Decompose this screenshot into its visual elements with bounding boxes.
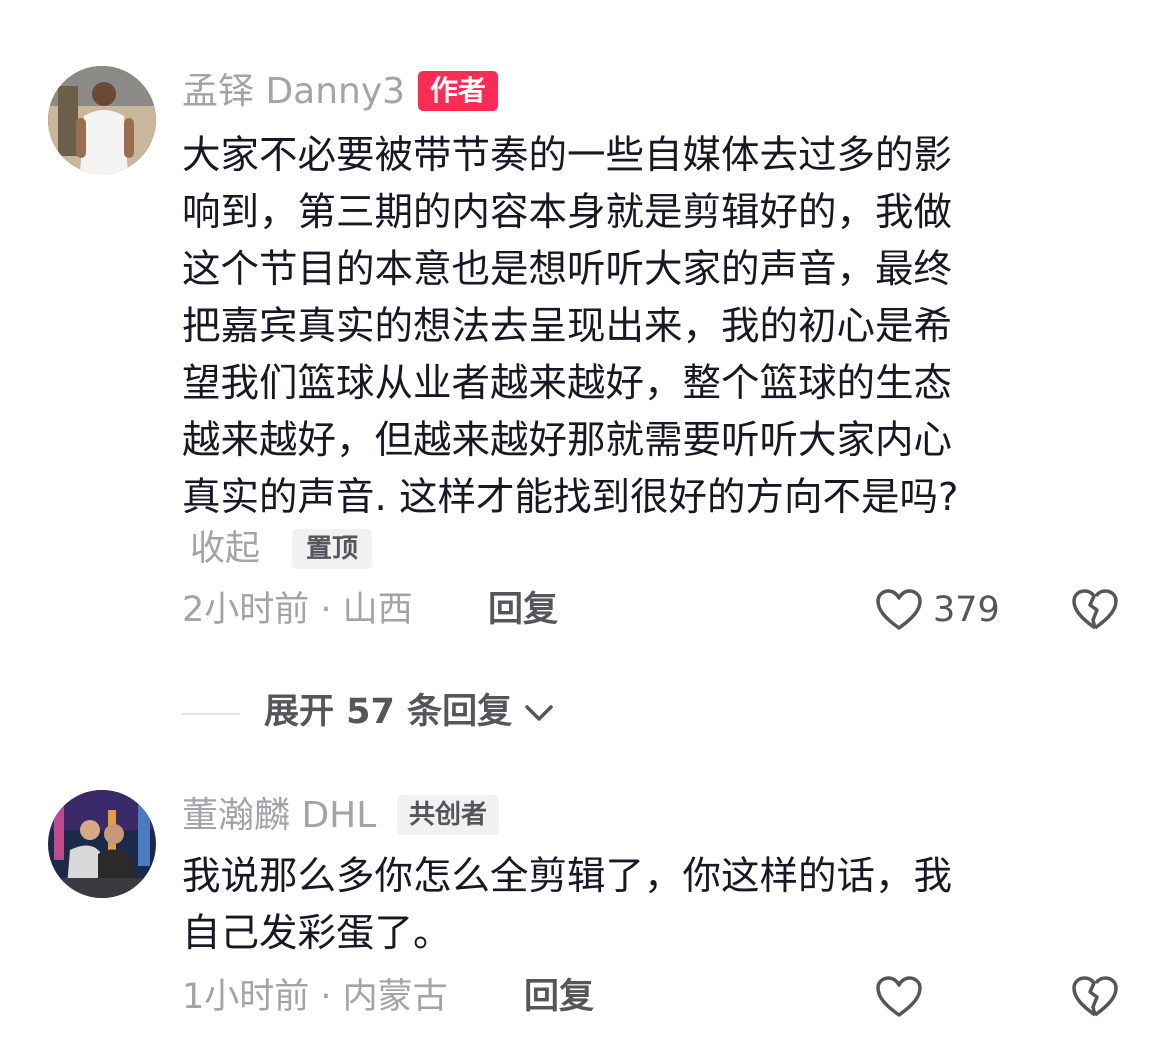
heart-icon[interactable] — [875, 975, 923, 1019]
reply-button[interactable]: 回复 — [488, 588, 558, 632]
broken-heart-icon[interactable] — [1071, 588, 1119, 632]
heart-icon[interactable] — [875, 588, 923, 632]
comment-text-line: 越来越好，但越来越好那就需要听听大家内心 — [182, 418, 953, 463]
comment-text-line: 真实的声音. 这样才能找到很好的方向不是吗? — [182, 475, 959, 520]
avatar[interactable] — [48, 790, 156, 898]
expand-replies-button[interactable]: 展开 57 条回复 — [264, 690, 512, 734]
comment-text-line: 响到，第三期的内容本身就是剪辑好的，我做 — [182, 190, 953, 235]
cocreator-badge: 共创者 — [397, 795, 500, 835]
like-count: 379 — [933, 590, 1000, 630]
author-badge: 作者 — [418, 71, 499, 111]
comment-text-line: 我说那么多你怎么全剪辑了，你这样的话，我 — [182, 854, 953, 899]
username[interactable]: 董瀚麟 DHL — [182, 794, 376, 838]
broken-heart-icon[interactable] — [1071, 975, 1119, 1019]
reply-button[interactable]: 回复 — [524, 975, 594, 1019]
time-location: 2小时前 · 山西 — [182, 590, 413, 630]
avatar-image — [48, 790, 156, 898]
comment-text-line: 自己发彩蛋了。 — [182, 911, 452, 956]
divider — [182, 713, 240, 715]
collapse-button[interactable]: 收起 — [190, 527, 260, 571]
comment-text-line: 大家不必要被带节奏的一些自媒体去过多的影 — [182, 133, 953, 178]
comment-text-line: 这个节目的本意也是想听听大家的声音，最终 — [182, 247, 953, 292]
username[interactable]: 孟铎 Danny3 — [182, 70, 405, 114]
expand-replies-label: 展开 57 条回复 — [264, 692, 513, 732]
avatar-image — [48, 66, 156, 174]
chevron-down-icon[interactable] — [524, 703, 554, 723]
time-location: 1小时前 · 内蒙古 — [182, 977, 448, 1017]
comment-text-line: 把嘉宾真实的想法去呈现出来，我的初心是希 — [182, 304, 953, 349]
pinned-badge: 置顶 — [292, 529, 373, 569]
comment-text-line: 望我们篮球从业者越来越好，整个篮球的生态 — [182, 361, 953, 406]
avatar[interactable] — [48, 66, 156, 174]
